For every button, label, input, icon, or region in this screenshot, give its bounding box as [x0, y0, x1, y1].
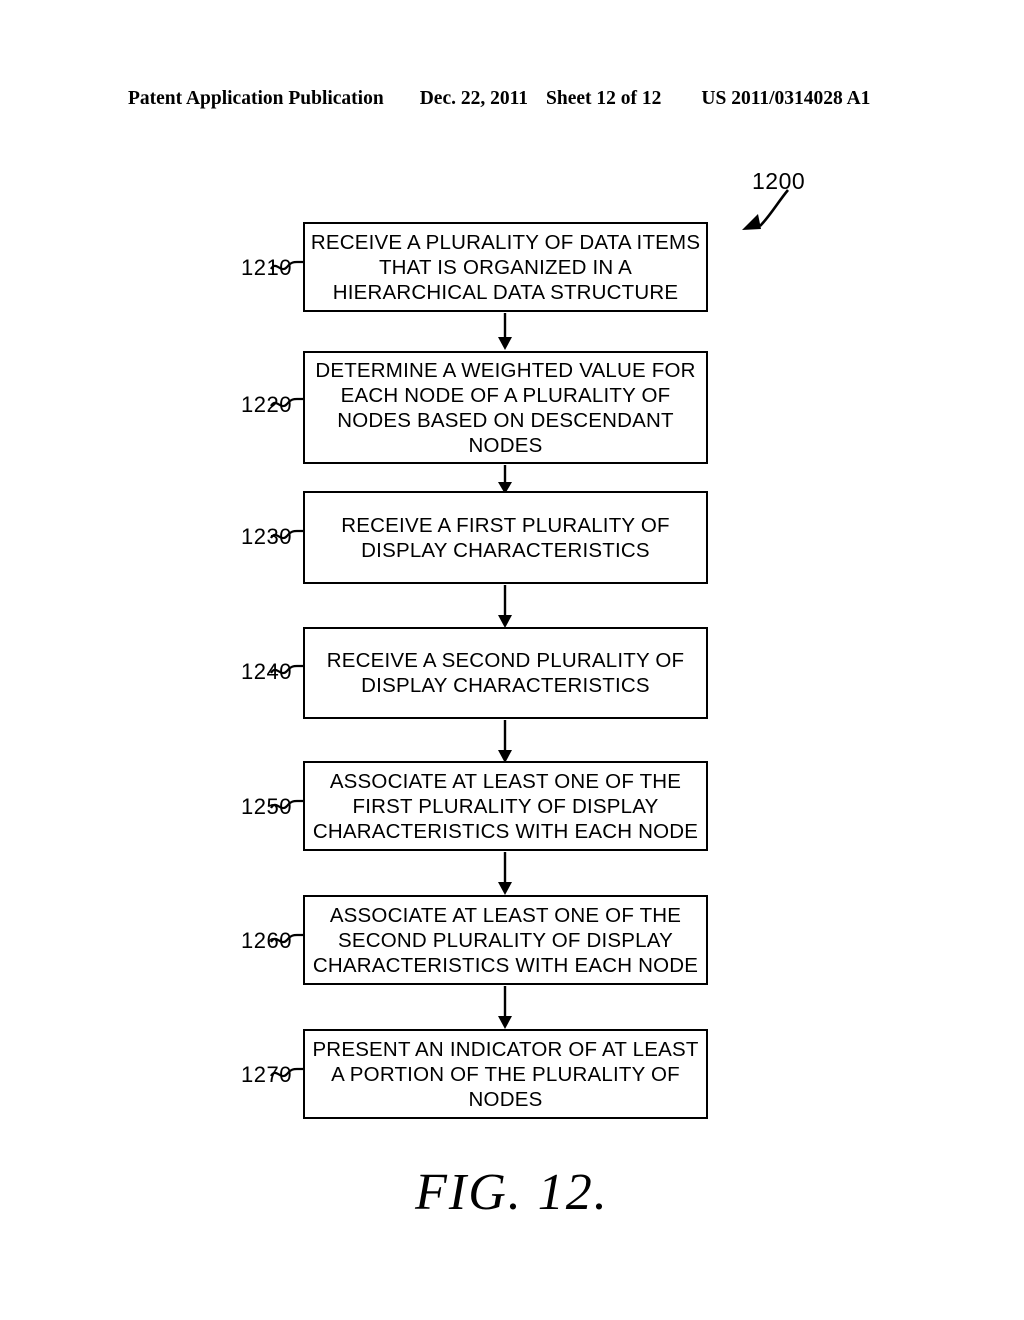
down-arrow-icon: [498, 986, 512, 1029]
flowchart-step-1220: DETERMINE A WEIGHTED VALUE FOR EACH NODE…: [303, 351, 711, 467]
step-text-line: ASSOCIATE AT LEAST ONE OF THE: [329, 903, 682, 927]
step-text-line: RECEIVE A SECOND PLURALITY OF: [326, 649, 685, 672]
flowchart-diagram: 1200 1210 RECEIVE A PLURALITY OF DATA IT…: [0, 0, 1024, 1320]
down-arrow-icon: [498, 720, 512, 763]
step-text-line: CHARACTERISTICS WITH EACH NODE: [312, 953, 699, 977]
flowchart-step-1260: ASSOCIATE AT LEAST ONE OF THE SECOND PLU…: [303, 895, 711, 988]
down-arrow-icon: [498, 313, 512, 350]
flowchart-step-1240: RECEIVE A SECOND PLURALITY OF DISPLAY CH…: [303, 627, 711, 722]
squiggle-leader-icon: [270, 799, 303, 810]
squiggle-leader-icon: [270, 260, 303, 271]
step-text-line: EACH NODE OF A PLURALITY OF: [340, 383, 671, 407]
squiggle-leader-icon: [270, 664, 303, 675]
squiggle-leader-icon: [270, 529, 303, 540]
step-text-line: CHARACTERISTICS WITH EACH NODE: [312, 819, 699, 843]
down-arrow-icon: [498, 585, 512, 628]
squiggle-leader-icon: [270, 1067, 303, 1078]
step-text-line: THAT IS ORGANIZED IN A: [378, 255, 633, 279]
step-text-line: HIERARCHICAL DATA STRUCTURE: [332, 280, 679, 304]
step-text-line: ASSOCIATE AT LEAST ONE OF THE: [329, 769, 682, 793]
flowchart-step-1270: PRESENT AN INDICATOR OF AT LEAST A PORTI…: [303, 1029, 711, 1122]
step-text-line: RECEIVE A PLURALITY OF DATA ITEMS: [310, 230, 701, 254]
step-text-line: RECEIVE A FIRST PLURALITY OF: [341, 513, 670, 537]
step-text-line: A PORTION OF THE PLURALITY OF: [331, 1062, 680, 1086]
flowchart-step-1210: RECEIVE A PLURALITY OF DATA ITEMS THAT I…: [303, 222, 711, 315]
curved-arrow-icon: [742, 189, 789, 230]
step-text-line: NODES BASED ON DESCENDANT: [337, 408, 674, 432]
squiggle-leader-icon: [270, 397, 303, 408]
flowchart-step-1250: ASSOCIATE AT LEAST ONE OF THE FIRST PLUR…: [303, 761, 711, 854]
step-text-line: NODES: [468, 1087, 543, 1111]
flowchart-step-1230: RECEIVE A FIRST PLURALITY OF DISPLAY CHA…: [303, 491, 711, 587]
squiggle-leader-icon: [270, 933, 303, 944]
step-text-line: FIRST PLURALITY OF DISPLAY: [352, 794, 659, 818]
step-text-line: PRESENT AN INDICATOR OF AT LEAST: [312, 1037, 699, 1061]
step-text-line: NODES: [468, 433, 543, 457]
step-text-line: DISPLAY CHARACTERISTICS: [361, 674, 650, 697]
step-text-line: DETERMINE A WEIGHTED VALUE FOR: [315, 358, 696, 382]
step-text-line: DISPLAY CHARACTERISTICS: [361, 538, 650, 562]
step-text-line: SECOND PLURALITY OF DISPLAY: [337, 928, 673, 952]
figure-caption: FIG. 12.: [415, 1164, 609, 1221]
down-arrow-icon: [498, 852, 512, 895]
